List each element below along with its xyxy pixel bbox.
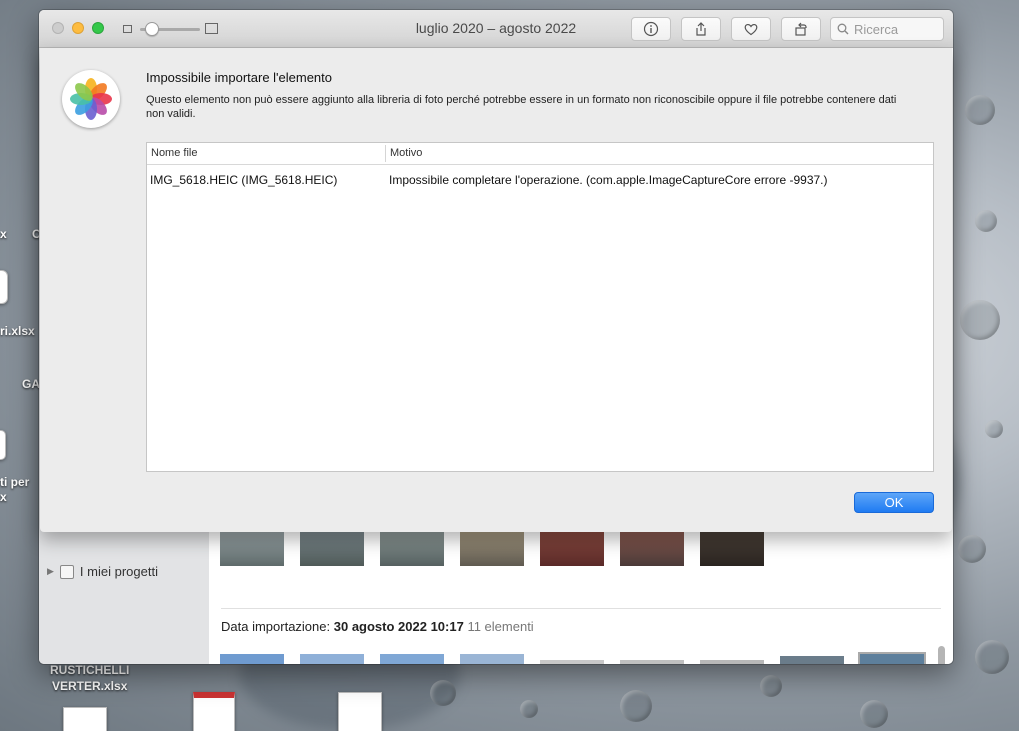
table-header: Nome file Motivo [147, 143, 933, 165]
column-divider[interactable] [385, 145, 386, 162]
share-icon [696, 22, 706, 36]
photo-thumbnail[interactable] [700, 660, 764, 664]
sidebar-item-label: I miei progetti [79, 564, 158, 579]
search-placeholder: Ricerca [854, 21, 899, 37]
ok-button[interactable]: OK [854, 492, 934, 513]
scrollbar[interactable] [938, 646, 945, 664]
import-error-dialog: Impossibile importare l'elemento Questo … [40, 48, 952, 532]
rotate-button[interactable] [781, 17, 821, 41]
zoom-button[interactable] [92, 22, 104, 34]
search-icon [837, 23, 849, 35]
dialog-title: Impossibile importare l'elemento [146, 70, 333, 85]
photo-thumbnail[interactable] [460, 532, 524, 566]
column-header-filename[interactable]: Nome file [151, 147, 197, 159]
heart-icon [744, 23, 758, 36]
desktop-file-label[interactable]: RUSTICHELLI [50, 663, 129, 678]
desktop-file-label[interactable]: ri.xlsx [0, 324, 35, 339]
desktop-file-label[interactable]: GA [22, 377, 40, 392]
minimize-button[interactable] [72, 22, 84, 34]
desktop-file-icon[interactable] [0, 430, 6, 460]
photo-thumbnail[interactable] [620, 660, 684, 664]
rotate-icon [795, 22, 807, 36]
photo-thumbnail[interactable] [220, 654, 284, 664]
photo-thumbnail[interactable] [300, 532, 364, 566]
cell-filename: IMG_5618.HEIC (IMG_5618.HEIC) [150, 173, 338, 187]
zoom-slider-knob[interactable] [145, 22, 159, 36]
sidebar-item-projects[interactable]: ▶ I miei progetti [47, 564, 158, 579]
import-count: 11 elementi [467, 619, 534, 634]
desktop-file-label[interactable]: x [0, 490, 7, 505]
zoom-out-icon[interactable] [123, 25, 132, 33]
share-button[interactable] [681, 17, 721, 41]
desktop-file-label[interactable]: ti per [0, 475, 29, 490]
folder-icon [59, 564, 74, 579]
photo-thumbnail[interactable] [700, 532, 764, 566]
column-header-reason[interactable]: Motivo [390, 147, 422, 159]
info-button[interactable] [631, 17, 671, 41]
photo-thumbnail[interactable] [220, 532, 284, 566]
title-bar: luglio 2020 – agosto 2022 Ricerca [39, 10, 953, 48]
zoom-in-icon[interactable] [205, 23, 218, 34]
desktop-file-icon[interactable] [193, 692, 235, 731]
photo-thumbnail[interactable] [858, 652, 926, 664]
import-date: 30 agosto 2022 10:17 [333, 619, 464, 634]
photo-thumbnail[interactable] [540, 532, 604, 566]
photo-thumbnail[interactable] [620, 532, 684, 566]
photo-thumbnail[interactable] [300, 654, 364, 664]
import-label: Data importazione: [221, 619, 331, 634]
window-title: luglio 2020 – agosto 2022 [415, 20, 577, 36]
desktop-file-icon[interactable] [0, 270, 8, 304]
info-icon [643, 21, 659, 37]
photo-thumbnail[interactable] [540, 660, 604, 664]
desktop-file-label[interactable]: x [0, 227, 7, 242]
search-input[interactable]: Ricerca [830, 17, 944, 41]
close-button[interactable] [52, 22, 64, 34]
disclosure-triangle-icon[interactable]: ▶ [47, 566, 54, 577]
error-table[interactable]: Nome file Motivo IMG_5618.HEIC (IMG_5618… [146, 142, 934, 472]
photo-thumbnail[interactable] [460, 654, 524, 664]
dialog-message: Questo elemento non può essere aggiunto … [146, 94, 897, 120]
desktop-file-icon[interactable] [338, 692, 382, 731]
favorite-button[interactable] [731, 17, 771, 41]
import-section-header: Data importazione: 30 agosto 2022 10:17 … [221, 608, 941, 634]
photo-thumbnail[interactable] [780, 656, 844, 664]
desktop-file-icon[interactable] [63, 707, 107, 731]
cell-reason: Impossibile completare l'operazione. (co… [389, 173, 828, 187]
photo-thumbnail[interactable] [380, 532, 444, 566]
desktop-file-label[interactable]: VERTER.xlsx [52, 679, 127, 694]
photos-app-icon [62, 70, 120, 128]
photo-thumbnail[interactable] [380, 654, 444, 664]
